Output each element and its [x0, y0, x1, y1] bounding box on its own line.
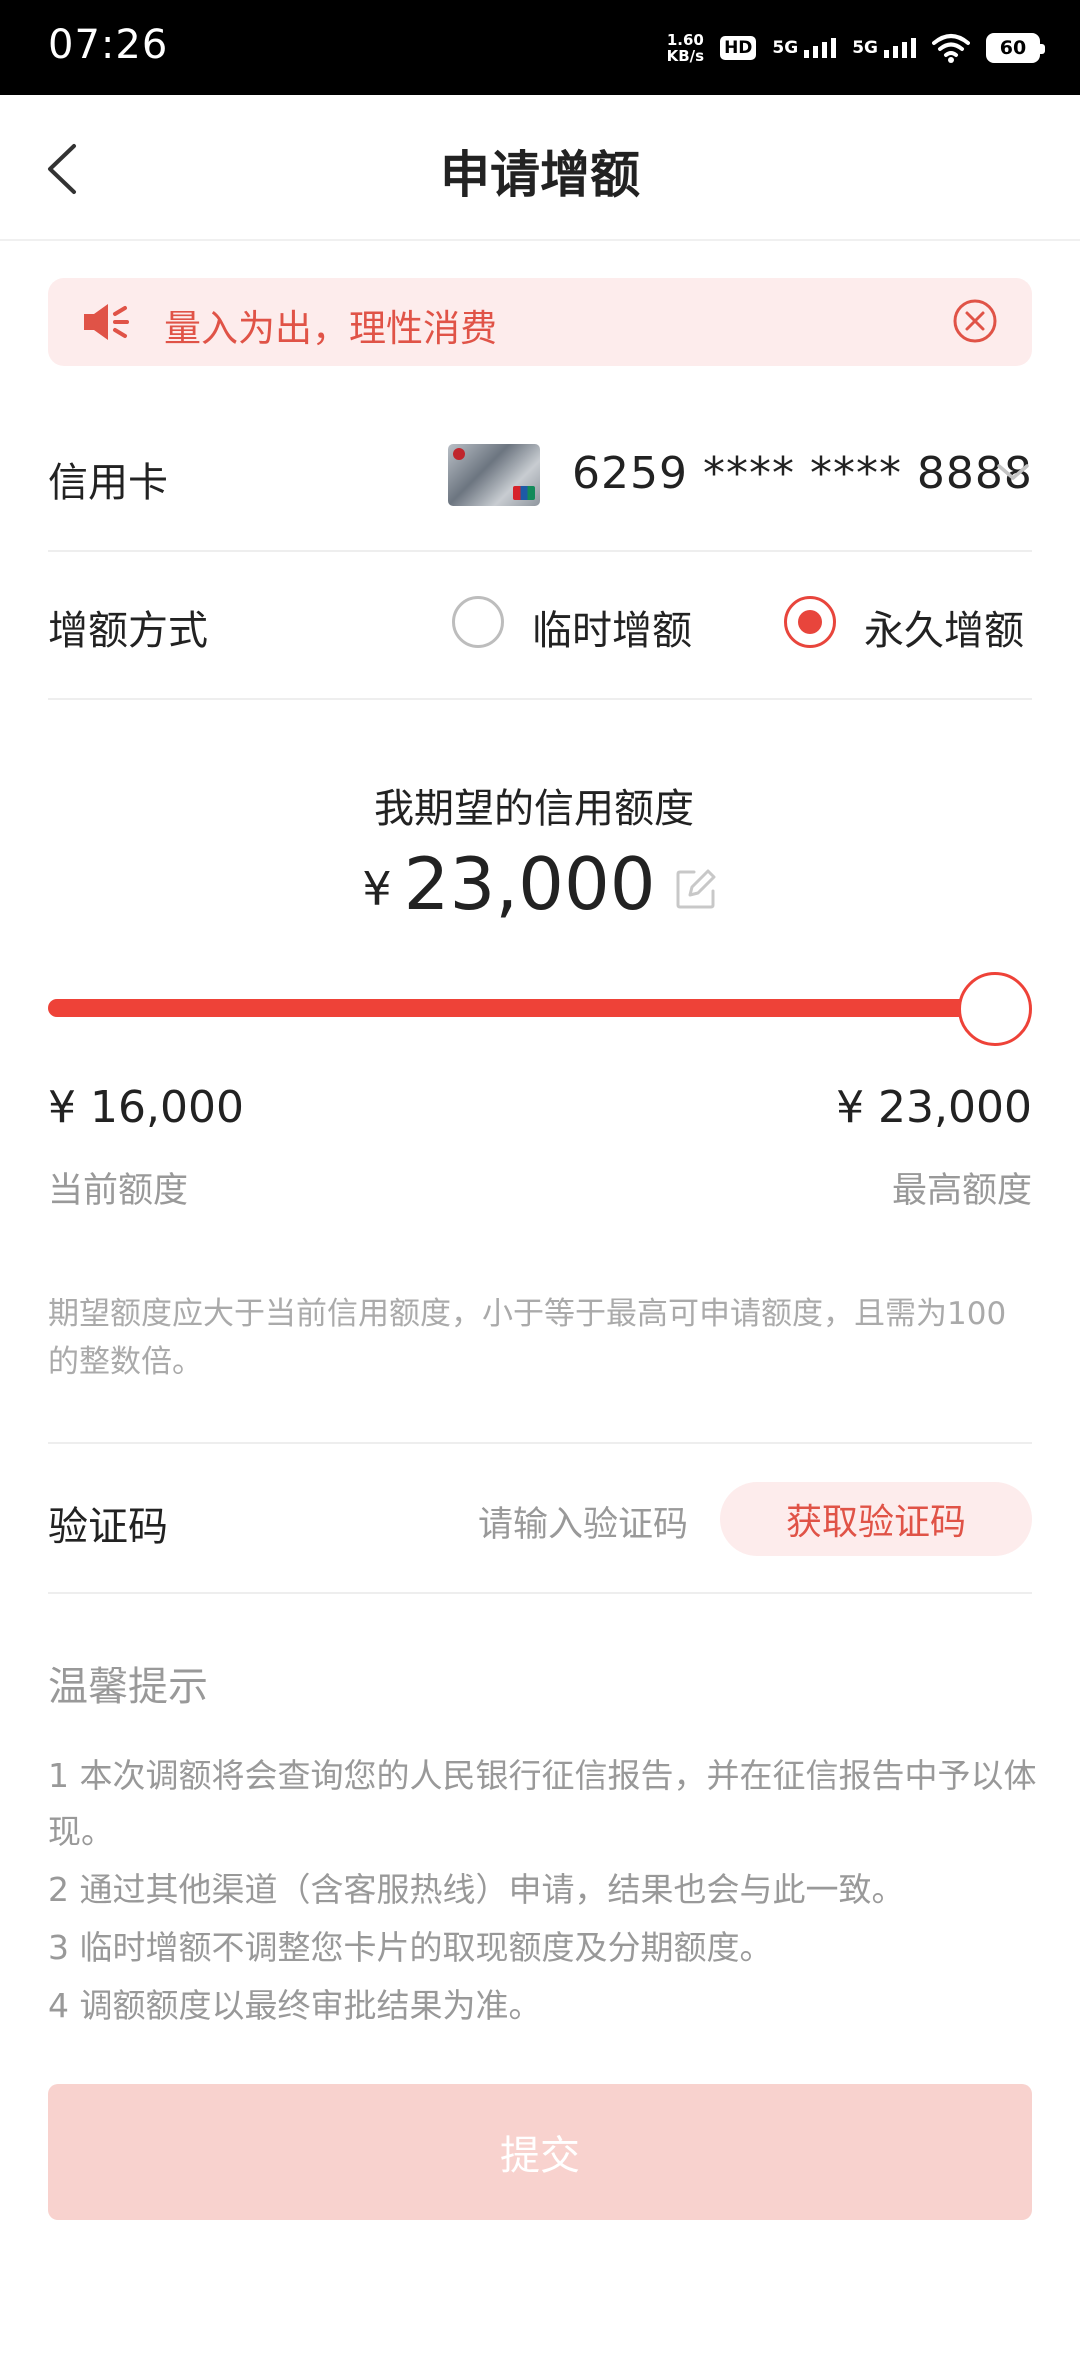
tip-item: 4 调额额度以最终审批结果为准。 — [48, 1986, 542, 2025]
radio-permanent[interactable] — [784, 596, 836, 648]
card-number[interactable]: 6259 **** **** 8888 — [572, 448, 1033, 499]
method-row-label: 增额方式 — [48, 608, 208, 654]
chevron-down-icon[interactable] — [996, 462, 1030, 484]
get-code-button[interactable]: 获取验证码 — [720, 1482, 1032, 1556]
amount-value: 23,000 — [403, 842, 656, 926]
bank-logo-icon — [453, 448, 465, 460]
amount-slider[interactable] — [48, 999, 993, 1017]
tip-item: 3 临时增额不调整您卡片的取现额度及分期额度。 — [48, 1928, 773, 1967]
current-limit-label: 当前额度 — [48, 1171, 189, 1211]
status-bar: 07:26 1.60 KB/s HD 5G 5G 60 — [0, 0, 1080, 95]
slider-handle[interactable] — [958, 972, 1032, 1046]
close-icon[interactable] — [952, 298, 998, 344]
edit-icon[interactable] — [674, 867, 718, 911]
divider — [48, 1442, 1032, 1444]
battery-icon: 60 — [986, 33, 1045, 63]
radio-permanent-label[interactable]: 永久增额 — [864, 598, 1024, 656]
verification-code-input[interactable]: 请输入验证码 — [478, 1496, 688, 1547]
header: 申请增额 — [0, 95, 1080, 241]
max-limit-value: ¥ 23,000 — [836, 1082, 1032, 1133]
divider — [48, 698, 1032, 700]
status-icons: 1.60 KB/s HD 5G 5G 60 — [666, 26, 1045, 70]
card-row-label: 信用卡 — [48, 460, 168, 506]
notice-banner: 量入为出，理性消费 — [48, 278, 1032, 366]
card-thumbnail — [448, 444, 540, 506]
tip-item: 2 通过其他渠道（含客服热线）申请，结果也会与此一致。 — [48, 1870, 905, 1909]
notice-text: 量入为出，理性消费 — [164, 307, 497, 350]
signal-icon: 5G — [772, 38, 837, 58]
radio-temporary[interactable] — [452, 596, 504, 648]
divider — [48, 1592, 1032, 1594]
unionpay-icon — [513, 486, 535, 500]
network-speed: 1.60 KB/s — [666, 31, 705, 65]
signal-icon-2: 5G — [852, 38, 916, 58]
status-time: 07:26 — [48, 22, 169, 68]
tip-item: 1 本次调额将会查询您的人民银行征信报告，并在征信报告中予以体现。 — [48, 1756, 1037, 1851]
amount-hint: 期望额度应大于当前信用额度，小于等于最高可申请额度，且需为100的整数倍。 — [48, 1296, 1007, 1380]
verification-label: 验证码 — [48, 1504, 168, 1550]
max-limit-label: 最高额度 — [891, 1171, 1032, 1211]
current-limit-value: ¥ 16,000 — [48, 1082, 244, 1133]
amount-display: ¥ 23,000 — [0, 842, 1080, 926]
amount-currency: ¥ — [362, 862, 392, 916]
amount-title: 我期望的信用额度 — [374, 786, 694, 832]
wifi-icon — [932, 34, 970, 63]
page-title: 申请增额 — [440, 146, 640, 204]
hd-icon: HD — [720, 36, 757, 60]
slider-fill — [48, 999, 993, 1017]
submit-button[interactable]: 提交 — [48, 2084, 1032, 2220]
speaker-icon — [84, 304, 129, 340]
divider — [48, 550, 1032, 552]
radio-temporary-label[interactable]: 临时增额 — [532, 598, 692, 656]
tips-title: 温馨提示 — [48, 1664, 208, 1710]
